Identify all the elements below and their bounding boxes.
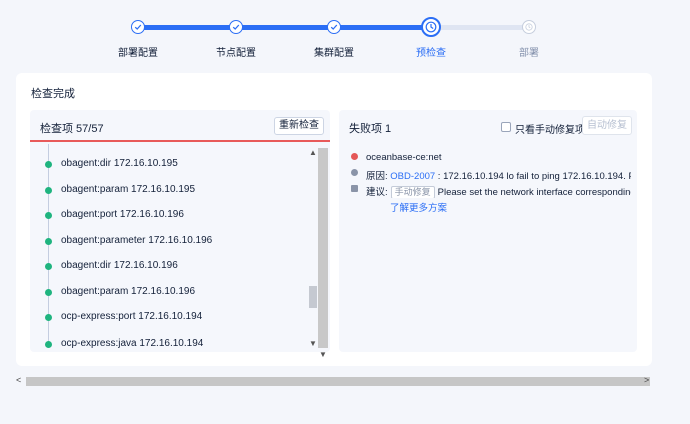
success-dot-icon (45, 212, 52, 219)
learn-more-link[interactable]: 了解更多方案 (390, 200, 447, 214)
step-label-deploy: 部署 (519, 48, 539, 59)
step-done-icon (131, 20, 145, 34)
list-item: obagent:dir 172.16.10.195 (30, 156, 290, 172)
reason-label: 原因: (366, 171, 388, 182)
step-label-node-config: 节点配置 (216, 48, 256, 59)
error-icon (351, 153, 358, 160)
failure-detail: oceanbase-ce:net 原因: OBD-2007 : 172.16.1… (351, 150, 631, 214)
check-items-title: 检查项 57/57 (40, 123, 104, 135)
scroll-left-icon[interactable]: < (16, 375, 21, 385)
scroll-down-icon[interactable]: ▼ (318, 350, 328, 359)
auto-fix-button[interactable]: 自动修复 (582, 116, 632, 135)
step-label-precheck: 预检查 (416, 48, 446, 59)
reason-text: : 172.16.10.194 lo fail to ping 172.16.1… (435, 171, 631, 182)
step-current-clock-icon (421, 17, 441, 37)
failure-reason-row: 原因: OBD-2007 : 172.16.10.194 lo fail to … (351, 166, 631, 182)
manual-fix-only-checkbox[interactable] (501, 122, 511, 132)
success-dot-icon (45, 186, 52, 194)
manual-fix-tag: 手动修复 (390, 186, 435, 198)
success-dot-icon (45, 161, 52, 168)
steps-progress: 部署配置 节点配置 集群配置 预检查 部署 (0, 14, 690, 64)
progress-line-done (138, 25, 432, 30)
list-item: obagent:param 172.16.10.195 (30, 182, 290, 198)
step-done-icon (327, 20, 341, 34)
list-item: obagent:parameter 172.16.10.196 (30, 233, 290, 249)
progress-line-todo (432, 25, 530, 30)
suggestion-text: Please set the network interface corresp… (437, 187, 631, 198)
check-items-panel: 检查项 57/57 重新检查 obagent:dir 172.16.10.195… (30, 110, 330, 359)
step-label-cluster-config: 集群配置 (314, 48, 354, 59)
success-dot-icon (45, 263, 52, 270)
success-dot-icon (45, 288, 52, 296)
horizontal-scrollbar[interactable]: < > (16, 375, 652, 387)
failed-items-title: 失败项 1 (349, 123, 392, 135)
card-title: 检查完成 (31, 88, 75, 100)
panel-scrollbar[interactable]: ▼ (318, 148, 328, 359)
recheck-button[interactable]: 重新检查 (274, 117, 324, 135)
precheck-card: 检查完成 检查项 57/57 重新检查 obagent:dir 172.16.1… (16, 73, 652, 366)
list-item: obagent:port 172.16.10.196 (30, 207, 290, 223)
scroll-down-icon[interactable]: ▼ (308, 339, 318, 348)
reason-code-link[interactable]: OBD-2007 (390, 171, 435, 182)
scroll-right-icon[interactable]: > (644, 375, 649, 385)
success-dot-icon (45, 314, 52, 321)
list-item: obagent:dir 172.16.10.196 (30, 258, 290, 274)
success-dot-icon (45, 237, 52, 245)
list-item: ocp-express:java 172.16.10.194 (30, 336, 290, 348)
suggestion-icon (351, 185, 358, 192)
list-item: ocp-express:port 172.16.10.194 (30, 309, 290, 325)
list-scrollbar[interactable]: ▲ ▼ (308, 148, 318, 348)
scroll-thumb[interactable] (309, 286, 317, 308)
failure-suggestion-row: 建议: 手动修复 Please set the network interface … (351, 182, 631, 198)
step-done-icon (229, 20, 243, 34)
step-pending-clock-icon (522, 20, 536, 34)
learn-more-row: 了解更多方案 (351, 198, 631, 214)
horizontal-scroll-thumb[interactable] (26, 377, 650, 386)
reason-icon (351, 169, 358, 176)
step-label-deploy-config: 部署配置 (118, 48, 158, 59)
failed-items-panel: 失败项 1 只看手动修复项 自动修复 oceanbase-ce:net 原因: … (339, 110, 637, 352)
check-items-list[interactable]: obagent:dir 172.16.10.195 obagent:param … (30, 144, 320, 348)
scroll-up-icon[interactable]: ▲ (308, 148, 318, 157)
suggestion-label: 建议: (366, 187, 388, 198)
check-items-header: 检查项 57/57 重新检查 (30, 110, 330, 142)
failure-name: oceanbase-ce:net (366, 152, 442, 163)
success-dot-icon (45, 341, 52, 348)
list-item: obagent:param 172.16.10.196 (30, 284, 290, 300)
manual-fix-only-label[interactable]: 只看手动修复项 (515, 121, 585, 136)
failure-name-row: oceanbase-ce:net (351, 150, 631, 166)
